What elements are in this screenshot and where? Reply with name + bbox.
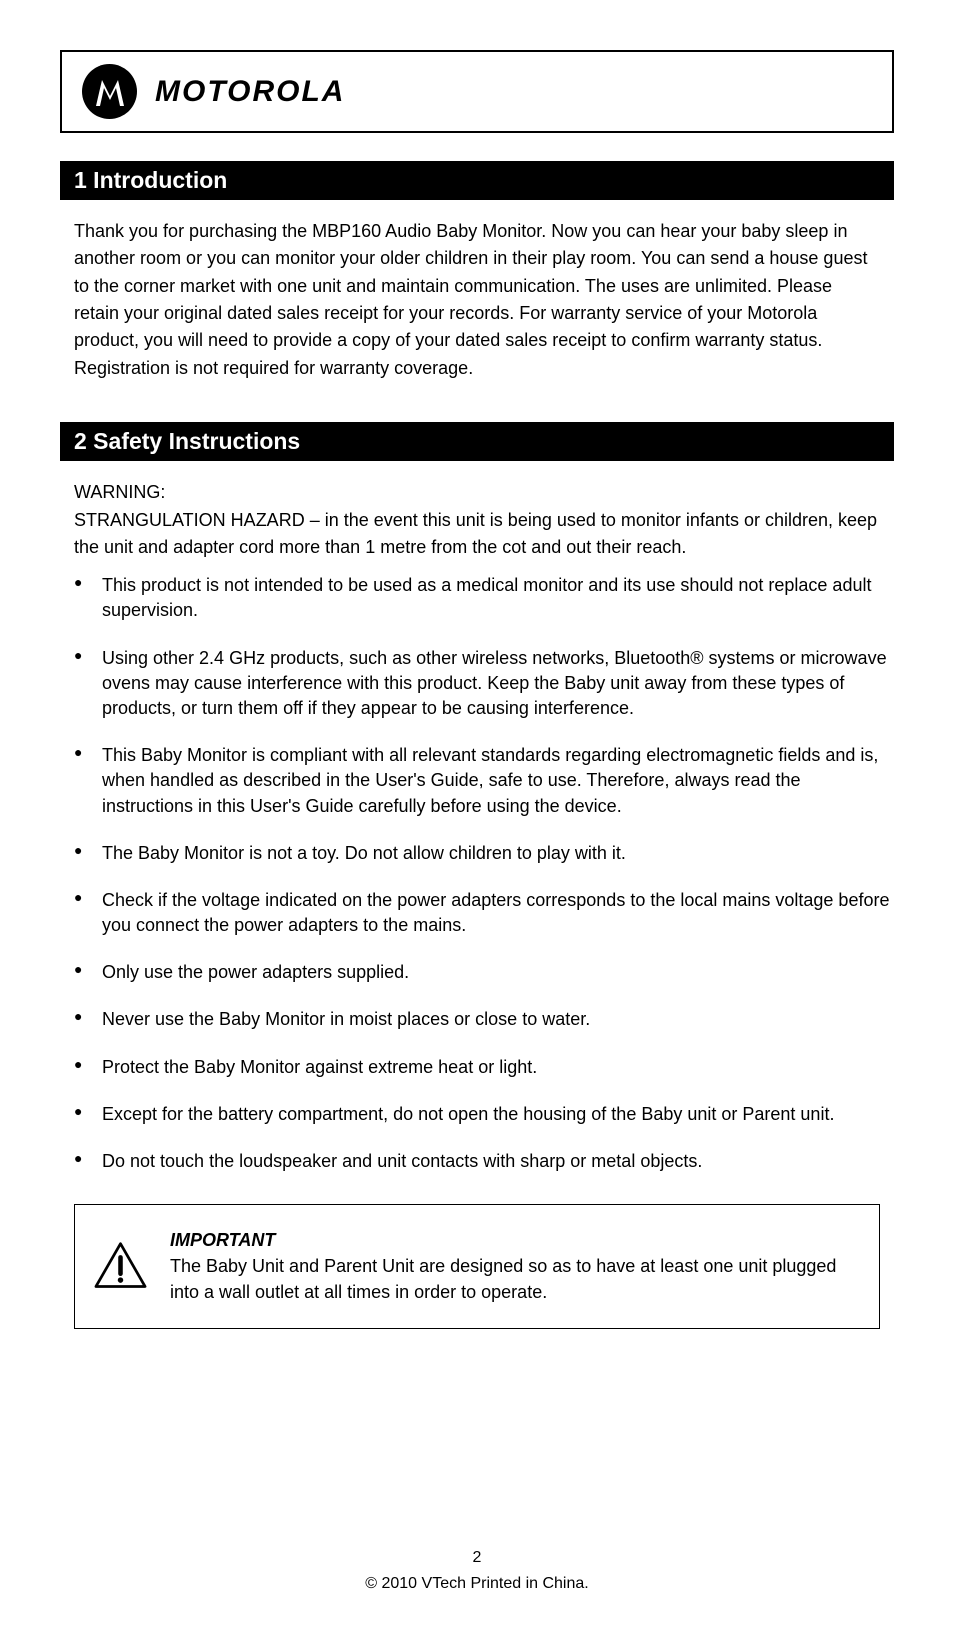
warning-text: STRANGULATION HAZARD – in the event this… <box>74 510 877 557</box>
footer: 2 © 2010 VTech Printed in China. <box>60 1529 894 1593</box>
important-label: IMPORTANT <box>170 1230 275 1250</box>
important-body: The Baby Unit and Parent Unit are design… <box>170 1256 836 1302</box>
safety-bullets: This product is not intended to be used … <box>60 573 894 1174</box>
list-item: Protect the Baby Monitor against extreme… <box>74 1055 894 1080</box>
motorola-logo-icon <box>82 64 137 119</box>
brand-text: MOTOROLA <box>155 75 345 109</box>
list-item: Only use the power adapters supplied. <box>74 960 894 985</box>
safety-intro: WARNING: STRANGULATION HAZARD – in the e… <box>60 479 894 561</box>
copyright: © 2010 VTech Printed in China. <box>60 1575 894 1593</box>
important-callout: IMPORTANT The Baby Unit and Parent Unit … <box>74 1204 880 1328</box>
section-heading: 2 Safety Instructions <box>60 422 894 461</box>
list-item: Using other 2.4 GHz products, such as ot… <box>74 646 894 722</box>
header-box: MOTOROLA <box>60 50 894 133</box>
important-text: IMPORTANT The Baby Unit and Parent Unit … <box>170 1227 861 1305</box>
motorola-m-icon <box>90 72 130 112</box>
list-item: The Baby Monitor is not a toy. Do not al… <box>74 841 894 866</box>
list-item: Check if the voltage indicated on the po… <box>74 888 894 938</box>
warning-label: WARNING: <box>74 482 165 502</box>
warning-triangle-icon <box>93 1241 148 1291</box>
list-item: This product is not intended to be used … <box>74 573 894 623</box>
list-item: Never use the Baby Monitor in moist plac… <box>74 1007 894 1032</box>
list-item: Except for the battery compartment, do n… <box>74 1102 894 1127</box>
list-item: Do not touch the loudspeaker and unit co… <box>74 1149 894 1174</box>
intro-paragraph: Thank you for purchasing the MBP160 Audi… <box>60 218 894 382</box>
section-heading: 1 Introduction <box>60 161 894 200</box>
list-item: This Baby Monitor is compliant with all … <box>74 743 894 819</box>
page-number: 2 <box>60 1549 894 1567</box>
